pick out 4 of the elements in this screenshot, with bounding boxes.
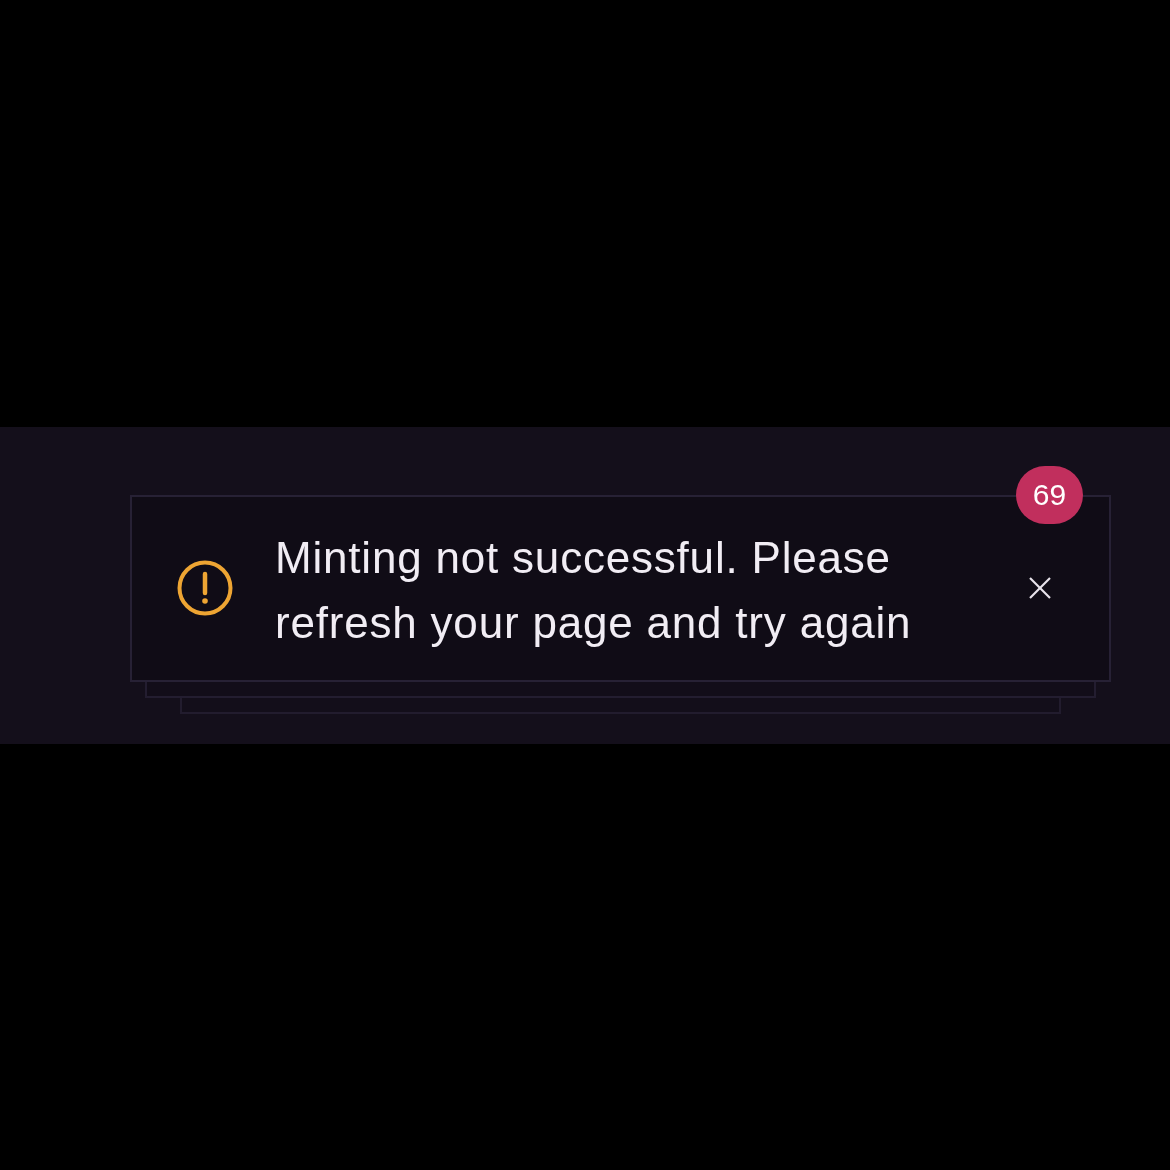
- notification-count-badge: 69: [1016, 465, 1083, 524]
- warning-icon: [177, 560, 233, 616]
- close-icon: [1028, 576, 1052, 600]
- toast-message: Minting not successful. Please refresh your page and try again: [275, 532, 913, 649]
